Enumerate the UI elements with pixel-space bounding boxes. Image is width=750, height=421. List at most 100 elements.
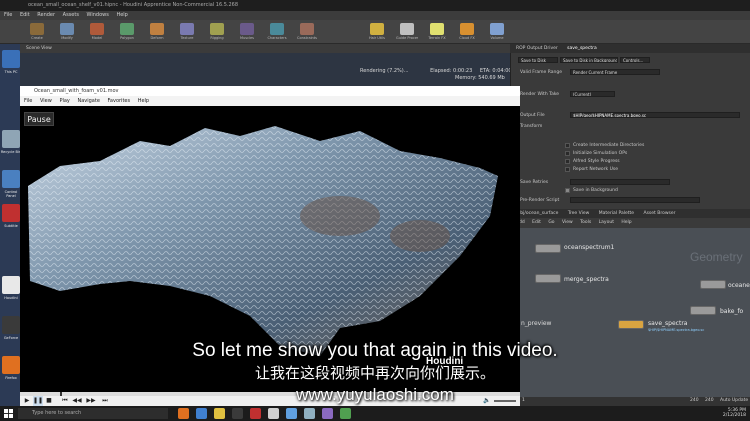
shelf-tool-icon[interactable] <box>60 23 74 35</box>
clock-date: 2/12/2018 <box>722 413 746 418</box>
player-title-bar: Ocean_small_with_foam_v01.mov <box>20 86 520 96</box>
param-label: Valid Frame Range <box>520 70 562 75</box>
control-panel-icon[interactable] <box>2 170 20 188</box>
app-taskbar-icon[interactable] <box>322 408 333 419</box>
network-context-label: Geometry <box>690 250 743 264</box>
tab-scene-view[interactable]: Scene View <box>26 46 52 51</box>
net-menu-go[interactable]: Go <box>548 220 554 225</box>
firefox-taskbar-icon[interactable] <box>178 408 189 419</box>
report-network-checkbox[interactable] <box>565 167 570 172</box>
shelf-tool-label: Hair Utils <box>368 36 385 40</box>
param-label: Save Retries <box>520 180 549 185</box>
tab-material-palette[interactable]: Material Palette <box>599 211 634 216</box>
shelf-tool-icon[interactable] <box>400 23 414 35</box>
app-taskbar-icon[interactable] <box>250 408 261 419</box>
menu-edit[interactable]: Edit <box>20 12 30 18</box>
tab-network-path[interactable]: /obj/ocean_surface <box>516 211 558 216</box>
save-retries-input[interactable] <box>570 179 670 185</box>
net-menu-layout[interactable]: Layout <box>599 220 614 225</box>
pause-button[interactable]: Pause <box>24 112 54 126</box>
shelf-tool-label: Cloud FX <box>459 36 475 40</box>
shelf-tool-label: Guide Process <box>396 36 418 40</box>
ie-taskbar-icon[interactable] <box>196 408 207 419</box>
store-taskbar-icon[interactable] <box>232 408 243 419</box>
player-menu-play[interactable]: Play <box>59 98 69 104</box>
tab-asset-browser[interactable]: Asset Browser <box>644 211 676 216</box>
network-toolbar: Add Edit Go View Tools Layout Help <box>510 218 750 228</box>
shelf-tool-icon[interactable] <box>270 23 284 35</box>
node-merge-spectra[interactable] <box>535 274 561 283</box>
shelf-tool-icon[interactable] <box>460 23 474 35</box>
houdini-title-bar: ocean_small_ocean_shelf_v01.hipnc - Houd… <box>0 0 750 11</box>
shelf-tool-icon[interactable] <box>300 23 314 35</box>
param-label: Output File <box>520 113 545 118</box>
controls-button[interactable]: Controls... <box>620 57 650 63</box>
desktop-icon-label: Houdini <box>4 296 18 300</box>
shelf-tool-icon[interactable] <box>490 23 504 35</box>
create-dirs-checkbox[interactable] <box>565 143 570 148</box>
valid-frame-range-select[interactable]: Render Current Frame <box>570 69 660 75</box>
net-menu-view[interactable]: View <box>562 220 573 225</box>
shelf-tool-label: Model <box>91 36 103 40</box>
player-menu-file[interactable]: File <box>24 98 32 104</box>
output-file-input[interactable]: $HIP/geo/$HIPNAME.spectra.bgeo.sc <box>570 112 740 118</box>
player-menu-favorites[interactable]: Favorites <box>108 98 131 104</box>
shelf-tool-label: Characters <box>267 36 287 40</box>
app-taskbar-icon[interactable] <box>304 408 315 419</box>
node-save-spectra[interactable] <box>618 320 644 329</box>
houdini-taskbar-icon[interactable] <box>268 408 279 419</box>
param-node-name[interactable]: save_spectra <box>567 46 597 51</box>
player-menu-view[interactable]: View <box>40 98 52 104</box>
menu-render[interactable]: Render <box>37 12 55 18</box>
node-label: save_spectra <box>648 320 688 327</box>
save-background-button[interactable]: Save to Disk in Background <box>560 57 618 63</box>
shelf-tool-icon[interactable] <box>430 23 444 35</box>
init-sim-checkbox[interactable] <box>565 151 570 156</box>
save-background-checkbox[interactable] <box>565 188 570 193</box>
shelf-tool-icon[interactable] <box>240 23 254 35</box>
net-menu-help[interactable]: Help <box>621 220 631 225</box>
save-to-disk-button[interactable]: Save to Disk <box>518 57 558 63</box>
net-menu-edit[interactable]: Edit <box>532 220 541 225</box>
shelf-tool-label: Polygon <box>120 36 134 40</box>
shelf-tool-icon[interactable] <box>150 23 164 35</box>
shelf-tool-icon[interactable] <box>180 23 194 35</box>
player-menu-help[interactable]: Help <box>138 98 149 104</box>
this-pc-icon[interactable] <box>2 50 20 68</box>
shelf-tool-label: Constraints <box>297 36 317 40</box>
windows-start-icon[interactable] <box>4 409 13 418</box>
shelf-tool-icon[interactable] <box>30 23 44 35</box>
tab-tree-view[interactable]: Tree View <box>568 211 590 216</box>
menu-help[interactable]: Help <box>116 12 127 18</box>
alfred-progress-checkbox[interactable] <box>565 159 570 164</box>
menu-assets[interactable]: Assets <box>63 12 79 18</box>
taskbar-search-box[interactable]: Type here to search <box>18 408 168 419</box>
shelf-tool-icon[interactable] <box>90 23 104 35</box>
subtitle-chinese: 让我在这段视频中再次向你们展示。 <box>254 364 495 382</box>
shelf-tool-label: Deform <box>150 36 164 40</box>
subtitle-app-icon[interactable] <box>2 204 20 222</box>
app-taskbar-icon[interactable] <box>340 408 351 419</box>
recycle-bin-icon[interactable] <box>2 130 20 148</box>
node-label: merge_spectra <box>564 276 609 283</box>
houdini-app-icon[interactable] <box>2 276 20 294</box>
player-taskbar-icon[interactable] <box>286 408 297 419</box>
node-oceanspectrum[interactable] <box>535 244 561 253</box>
node-bake-foam[interactable] <box>690 306 716 315</box>
net-menu-tools[interactable]: Tools <box>580 220 591 225</box>
taskbar-clock[interactable]: 5:36 PM 2/12/2018 <box>706 408 746 418</box>
node-ocean-evaluate[interactable] <box>700 280 726 289</box>
menu-file[interactable]: File <box>4 12 12 18</box>
shelf-tool-icon[interactable] <box>210 23 224 35</box>
shelf-tool-label: Volume <box>490 36 504 40</box>
pre-render-script-input[interactable] <box>570 197 700 203</box>
geforce-icon[interactable] <box>2 316 20 334</box>
shelf-tool-icon[interactable] <box>120 23 134 35</box>
param-label: Pre-Render Script <box>520 198 560 203</box>
explorer-taskbar-icon[interactable] <box>214 408 225 419</box>
menu-windows[interactable]: Windows <box>87 12 109 18</box>
shelf-tool-icon[interactable] <box>370 23 384 35</box>
player-menu-navigate[interactable]: Navigate <box>77 98 99 104</box>
render-take-select[interactable]: (Current) <box>570 91 615 97</box>
parameter-tab-bar: ROP Output Driver save_spectra <box>510 44 750 53</box>
